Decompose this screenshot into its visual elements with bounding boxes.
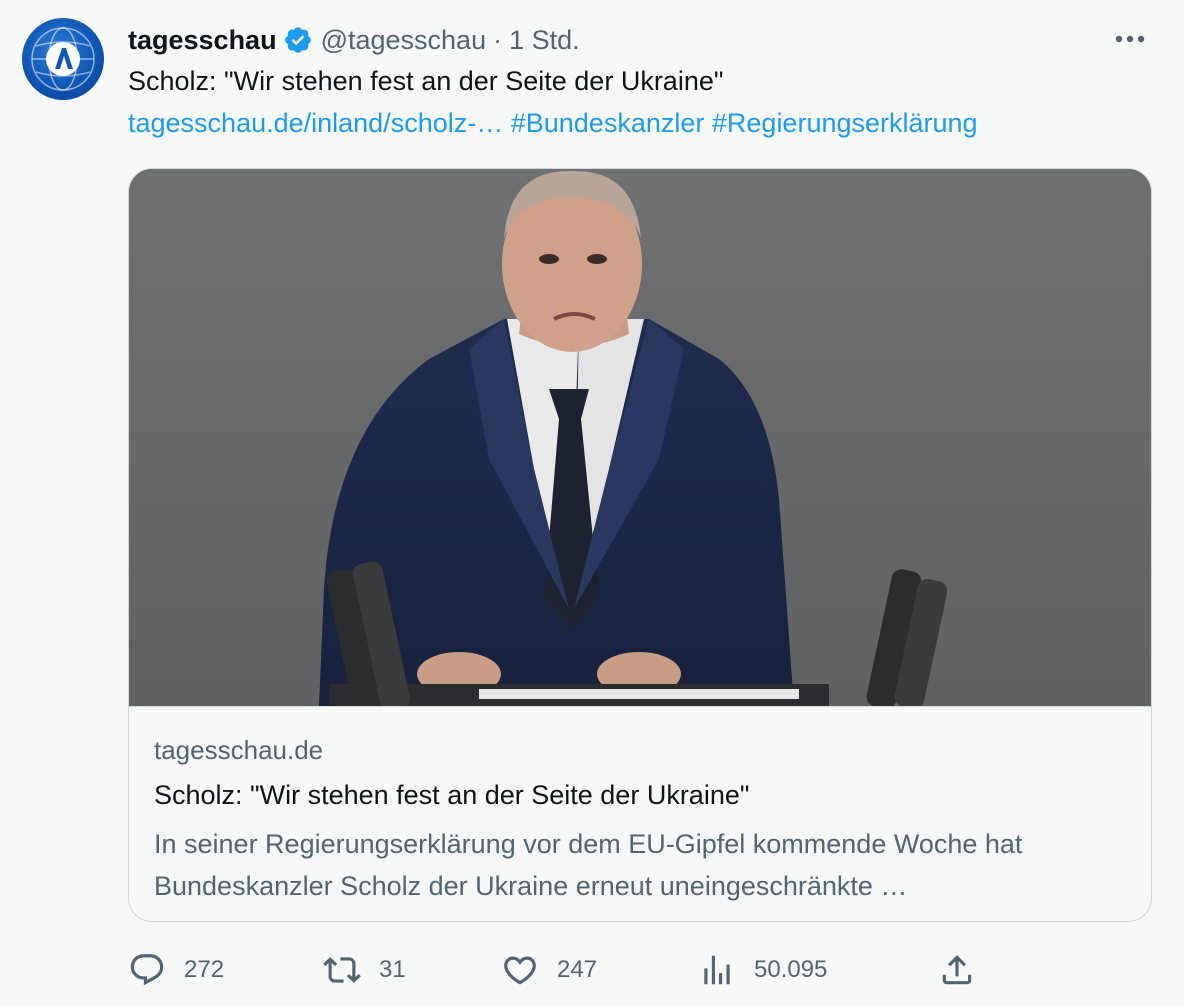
- card-description: In seiner Regierungserklärung vor dem EU…: [154, 829, 1023, 901]
- tagesschau-logo-icon: [31, 27, 95, 91]
- share-icon: [942, 955, 972, 985]
- views-icon: [704, 955, 730, 985]
- hashtag-bundeskanzler[interactable]: #Bundeskanzler: [511, 108, 705, 138]
- like-icon: [504, 956, 536, 985]
- retweet-button[interactable]: 31: [323, 950, 406, 990]
- reply-count: 272: [184, 956, 225, 983]
- like-button[interactable]: 247: [501, 950, 597, 990]
- card-title: Scholz: "Wir stehen fest an der Seite de…: [154, 780, 750, 810]
- retweet-count: 31: [379, 956, 406, 983]
- reply-icon: [130, 954, 164, 986]
- retweet-icon: [323, 957, 361, 983]
- hashtag-regierungserklaerung[interactable]: #Regierungserklärung: [712, 108, 978, 138]
- tweet[interactable]: tagesschau @tagesschau · 1 Std. Scholz: …: [0, 0, 1184, 1006]
- card-image[interactable]: [129, 169, 1151, 707]
- share-button[interactable]: [938, 950, 994, 990]
- views-button[interactable]: 50.095: [698, 950, 827, 990]
- author-name[interactable]: tagesschau: [128, 25, 277, 56]
- card-domain: tagesschau.de: [154, 735, 324, 765]
- verified-badge-icon[interactable]: [283, 25, 313, 55]
- more-icon: [1115, 35, 1145, 43]
- more-button[interactable]: [1110, 24, 1150, 54]
- link-preview-card[interactable]: tagesschau.de Scholz: "Wir stehen fest a…: [128, 168, 1152, 922]
- like-count: 247: [557, 956, 598, 983]
- article-link[interactable]: tagesschau.de/inland/scholz-…: [128, 108, 503, 138]
- action-bar: 272 31 247 50.095: [128, 950, 1128, 990]
- tweet-links: tagesschau.de/inland/scholz-… #Bundeskan…: [128, 108, 978, 139]
- author-handle[interactable]: @tagesschau: [321, 25, 487, 56]
- reply-button[interactable]: 272: [128, 950, 224, 990]
- timestamp[interactable]: 1 Std.: [509, 25, 580, 56]
- views-count: 50.095: [754, 956, 828, 983]
- separator-dot: ·: [493, 24, 503, 55]
- tweet-header: tagesschau @tagesschau · 1 Std.: [128, 22, 580, 58]
- avatar[interactable]: [22, 18, 104, 100]
- speaker-photo: [129, 169, 1151, 706]
- tweet-text: Scholz: "Wir stehen fest an der Seite de…: [128, 66, 724, 96]
